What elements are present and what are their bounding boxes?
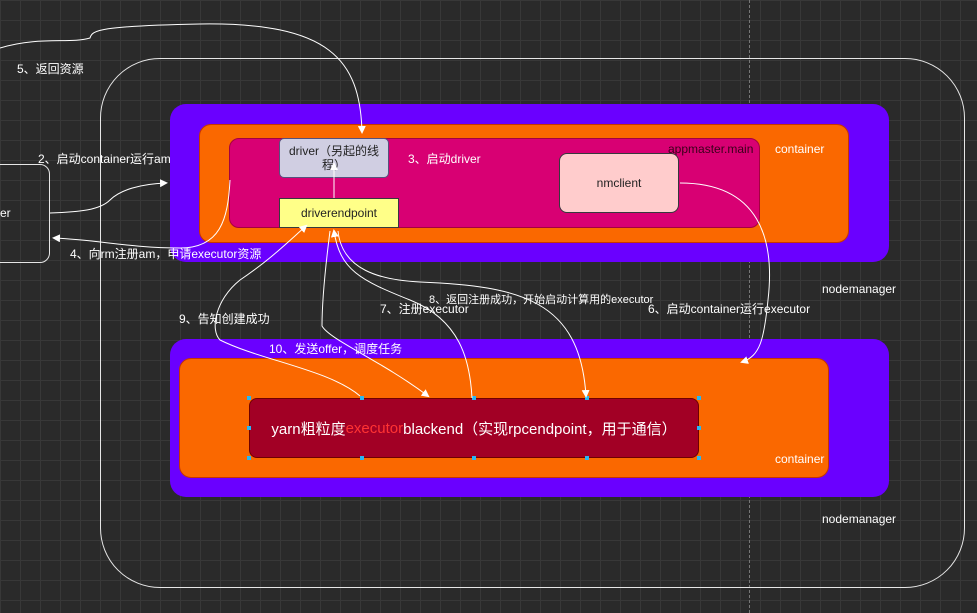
label-step4: 4、向rm注册am，申请executor资源	[70, 247, 262, 261]
edge-step2	[49, 179, 168, 214]
label-step10: 10、发送offer，调度任务	[269, 342, 403, 356]
edge-step6	[679, 182, 771, 364]
label-step6: 6、启动container运行executor	[648, 302, 811, 316]
label-step9: 9、告知创建成功	[179, 312, 270, 326]
edge-step4	[52, 179, 231, 249]
label-step3: 3、启动driver	[408, 152, 481, 166]
label-step5: 5、返回资源	[17, 62, 84, 76]
label-step8: 8、返回注册成功，开始启动计算用的executor	[429, 294, 654, 306]
edge-step5	[0, 23, 366, 134]
label-step2: 2、启动container运行am	[38, 152, 171, 166]
